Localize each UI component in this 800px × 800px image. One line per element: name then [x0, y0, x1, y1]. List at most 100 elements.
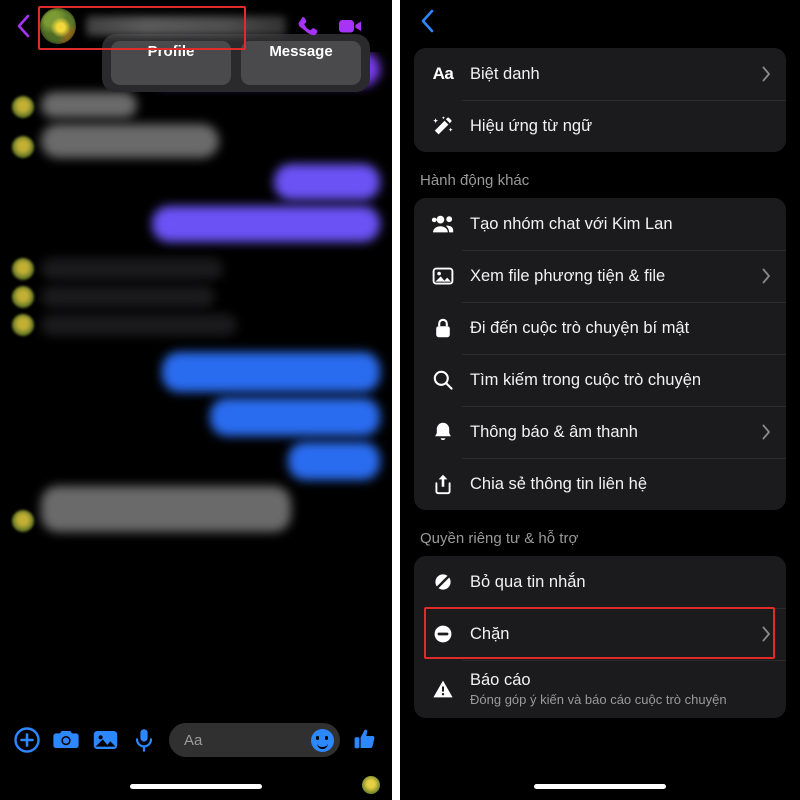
message-bubble-redacted[interactable]: [41, 314, 237, 336]
settings-item-label: Tìm kiếm trong cuộc trò chuyện: [470, 371, 702, 389]
people-group-icon: [430, 213, 456, 235]
back-chevron-icon[interactable]: [10, 13, 36, 39]
message-bubble-redacted[interactable]: [41, 92, 137, 118]
message-bubble-redacted[interactable]: [41, 286, 215, 308]
message-bubble-redacted[interactable]: [41, 124, 219, 158]
settings-item-bell[interactable]: Thông báo & âm thanh: [414, 406, 786, 458]
settings-item-label: Đi đến cuộc trò chuyện bí mật: [470, 319, 690, 337]
settings-card: Bỏ qua tin nhắn Chặn Báo cáo Đóng góp ý kiế…: [414, 556, 786, 718]
sender-avatar: [12, 314, 34, 336]
message-bubble-redacted[interactable]: [152, 206, 380, 242]
settings-header: [400, 0, 800, 42]
settings-item-label: Hiệu ứng từ ngữ: [470, 117, 593, 135]
chevron-right-icon: [760, 424, 772, 440]
message-bubble-redacted[interactable]: [288, 442, 380, 480]
settings-item-text: Báo cáo Đóng góp ý kiến và báo cáo cuộc t…: [470, 670, 760, 708]
chat-header-actions: [294, 12, 370, 40]
message-row[interactable]: [0, 164, 392, 200]
sender-avatar: [12, 510, 34, 532]
message-bubble-redacted[interactable]: [274, 164, 380, 200]
settings-item-label: Biệt danh: [470, 65, 540, 83]
camera-icon[interactable]: [52, 726, 80, 754]
aa-text-icon: Aa: [432, 64, 454, 83]
settings-item-label: Chặn: [470, 625, 510, 643]
message-list[interactable]: [0, 52, 392, 738]
message-row[interactable]: [0, 398, 392, 436]
search-icon: [430, 369, 456, 391]
message-bubble-redacted[interactable]: [210, 398, 380, 436]
settings-item-search[interactable]: Tìm kiếm trong cuộc trò chuyện: [414, 354, 786, 406]
messenger-chat-panel: Profile Message Aa: [0, 0, 392, 800]
add-icon[interactable]: [13, 726, 41, 754]
bell-icon: [430, 421, 456, 443]
back-chevron-icon[interactable]: [414, 8, 440, 34]
settings-item-subtitle: Đóng góp ý kiến và báo cáo cuộc trò chuy…: [470, 692, 727, 707]
settings-item-warning[interactable]: Báo cáo Đóng góp ý kiến và báo cáo cuộc t…: [414, 660, 786, 718]
settings-item-people-group[interactable]: Tạo nhóm chat với Kim Lan: [414, 198, 786, 250]
settings-item-label: Chia sẻ thông tin liên hệ: [470, 475, 648, 493]
ignore-messages-icon: [430, 571, 456, 593]
settings-item-text: Chặn: [470, 624, 760, 644]
settings-list[interactable]: Aa Biệt danh Hiệu ứng từ ngữ Hành động khác…: [400, 42, 800, 718]
settings-item-share[interactable]: Chia sẻ thông tin liên hệ: [414, 458, 786, 510]
settings-item-text: Tìm kiếm trong cuộc trò chuyện: [470, 370, 760, 390]
settings-item-text: Tạo nhóm chat với Kim Lan: [470, 214, 760, 234]
message-input[interactable]: Aa: [169, 723, 340, 757]
magic-wand-icon: [430, 115, 456, 137]
home-indicator-left: [130, 784, 262, 789]
message-bubble-redacted[interactable]: [41, 486, 291, 532]
settings-item-text: Thông báo & âm thanh: [470, 422, 760, 442]
photo-icon: [430, 265, 456, 287]
video-call-icon[interactable]: [336, 12, 364, 40]
settings-item-text: Chia sẻ thông tin liên hệ: [470, 474, 760, 494]
message-row[interactable]: [0, 442, 392, 480]
emoji-icon[interactable]: [311, 728, 334, 752]
settings-item-photo[interactable]: Xem file phương tiện & file: [414, 250, 786, 302]
microphone-icon[interactable]: [130, 726, 158, 754]
settings-item-label: Tạo nhóm chat với Kim Lan: [470, 215, 673, 233]
settings-item-magic-wand[interactable]: Hiệu ứng từ ngữ: [414, 100, 786, 152]
lock-icon: [430, 317, 456, 339]
settings-card: Tạo nhóm chat với Kim Lan Xem file phương…: [414, 198, 786, 510]
settings-item-ignore-messages[interactable]: Bỏ qua tin nhắn: [414, 556, 786, 608]
message-bubble-redacted[interactable]: [41, 258, 223, 280]
settings-item-aa-text[interactable]: Aa Biệt danh: [414, 48, 786, 100]
message-row[interactable]: [0, 92, 392, 118]
message-bubble-redacted[interactable]: [162, 352, 380, 392]
gallery-icon[interactable]: [91, 726, 119, 754]
settings-item-label: Bỏ qua tin nhắn: [470, 573, 586, 591]
contact-avatar[interactable]: [40, 8, 76, 44]
chevron-right-icon: [760, 66, 772, 82]
contact-name-redacted[interactable]: [86, 16, 286, 36]
message-row[interactable]: [0, 314, 392, 336]
message-row[interactable]: [0, 206, 392, 242]
settings-item-block[interactable]: Chặn: [414, 608, 786, 660]
sender-avatar: [12, 136, 34, 158]
message-row[interactable]: [0, 258, 392, 280]
settings-item-lock[interactable]: Đi đến cuộc trò chuyện bí mật: [414, 302, 786, 354]
settings-item-text: Biệt danh: [470, 64, 760, 84]
read-receipt-avatar: [362, 776, 380, 794]
message-row[interactable]: [0, 286, 392, 308]
share-icon: [430, 473, 456, 495]
sender-avatar: [12, 286, 34, 308]
thumbs-up-icon[interactable]: [351, 726, 379, 754]
settings-item-label: Thông báo & âm thanh: [470, 423, 638, 441]
home-indicator-right: [534, 784, 666, 789]
warning-icon: [430, 678, 456, 700]
composer-toolbar: Aa: [0, 714, 392, 766]
phone-call-icon[interactable]: [294, 12, 322, 40]
dual-phone-screenshot: Profile Message Aa Aa Biệt danh Hiệu ứng…: [0, 0, 800, 800]
message-row[interactable]: [0, 486, 392, 532]
sender-avatar: [12, 96, 34, 118]
settings-item-text: Hiệu ứng từ ngữ: [470, 116, 760, 136]
message-row[interactable]: [0, 352, 392, 392]
message-input-placeholder: Aa: [184, 731, 203, 749]
settings-card: Aa Biệt danh Hiệu ứng từ ngữ: [414, 48, 786, 152]
chevron-right-icon: [760, 268, 772, 284]
block-icon: [430, 623, 456, 645]
settings-item-label: Báo cáo: [470, 671, 531, 689]
message-row[interactable]: [0, 124, 392, 158]
